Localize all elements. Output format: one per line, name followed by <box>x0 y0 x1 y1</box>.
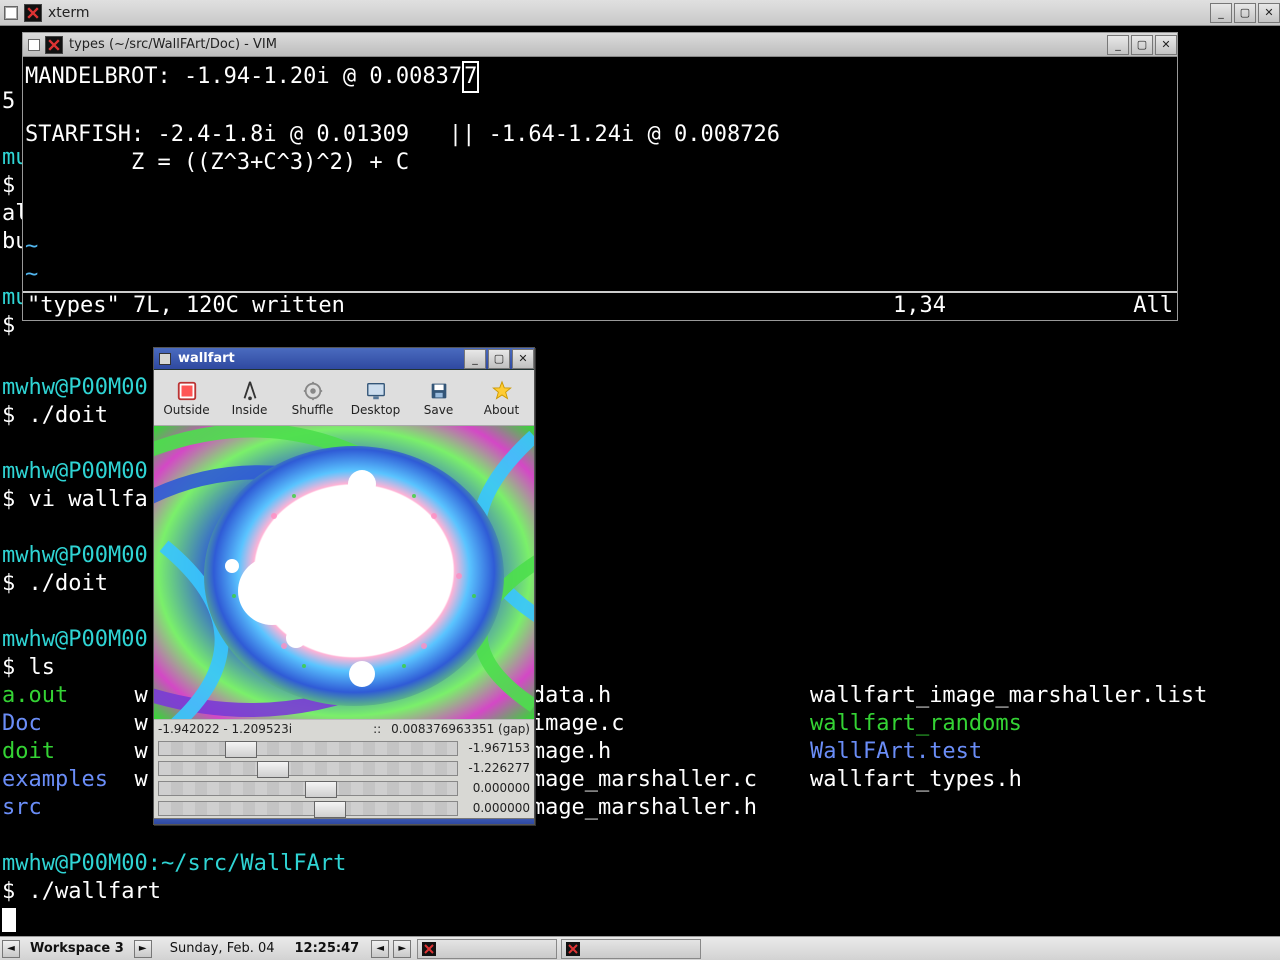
slider-thumb[interactable] <box>257 761 289 778</box>
slider-value: -1.226277 <box>464 761 530 775</box>
close-button[interactable]: ✕ <box>1258 3 1280 23</box>
wallfart-toolbar: Outside Inside Shuffle Desktop Save Abou… <box>154 370 534 426</box>
system-menu-icon[interactable] <box>159 353 171 365</box>
taskbar-time: 12:25:47 <box>285 941 370 956</box>
vim-status-pos: 1,34 <box>893 293 1093 318</box>
xterm-window-titlebar: xterm _ ▢ ✕ <box>0 0 1280 26</box>
slider-track[interactable] <box>158 741 458 756</box>
vim-window: types (~/src/WallFArt/Doc) - VIM _ ▢ ✕ M… <box>22 32 1178 321</box>
slider-value: 0.000000 <box>464 781 530 795</box>
vim-title: types (~/src/WallFArt/Doc) - VIM <box>69 37 1105 52</box>
wallfart-title: wallfart <box>176 351 462 366</box>
slider-row-0: -1.967153 <box>154 738 534 758</box>
slider-value: -1.967153 <box>464 741 530 755</box>
slider-thumb[interactable] <box>305 781 337 798</box>
term-fragment: 5 <box>2 88 15 116</box>
about-button[interactable]: About <box>470 372 533 423</box>
minimize-button[interactable]: _ <box>1210 3 1232 23</box>
fractal-canvas[interactable] <box>154 426 534 719</box>
coordinates-readout: -1.942022 - 1.209523i :: 0.008376963351 … <box>154 719 534 738</box>
slider-row-1: -1.226277 <box>154 758 534 778</box>
vim-status-msg: "types" 7L, 120C written <box>27 293 893 318</box>
wallfart-footer-strip <box>154 818 534 824</box>
taskbar-date: Sunday, Feb. 04 <box>160 941 285 956</box>
workspace-prev-button[interactable]: ◄ <box>2 940 20 958</box>
system-menu-icon[interactable] <box>28 39 40 51</box>
tasklist-next-button[interactable]: ► <box>393 940 411 958</box>
slider-track[interactable] <box>158 781 458 796</box>
shuffle-button[interactable]: Shuffle <box>281 372 344 423</box>
maximize-button[interactable]: ▢ <box>1234 3 1256 23</box>
slider-row-3: 0.000000 <box>154 798 534 818</box>
workspace-next-button[interactable]: ► <box>134 940 152 958</box>
vim-status-line: "types" 7L, 120C written 1,34 All <box>23 291 1177 320</box>
slider-track[interactable] <box>158 801 458 816</box>
close-button[interactable]: ✕ <box>512 349 534 369</box>
tasklist-prev-button[interactable]: ◄ <box>371 940 389 958</box>
taskbar: ◄ Workspace 3 ► Sunday, Feb. 04 12:25:47… <box>0 936 1280 960</box>
minimize-button[interactable]: _ <box>464 349 486 369</box>
vim-icon <box>566 942 580 956</box>
slider-thumb[interactable] <box>314 801 346 818</box>
term-fragment: $ <box>2 312 15 340</box>
inside-button[interactable]: Inside <box>218 372 281 423</box>
slider-track[interactable] <box>158 761 458 776</box>
taskbar-item-vim[interactable] <box>561 939 701 959</box>
maximize-button[interactable]: ▢ <box>1131 35 1153 55</box>
coord-gap: 0.008376963351 (gap) <box>391 722 530 736</box>
terminal-cursor <box>2 908 16 932</box>
maximize-button[interactable]: ▢ <box>488 349 510 369</box>
close-button[interactable]: ✕ <box>1155 35 1177 55</box>
desktop-button[interactable]: Desktop <box>344 372 407 423</box>
workspace-label[interactable]: Workspace 3 <box>22 941 132 956</box>
minimize-button[interactable]: _ <box>1107 35 1129 55</box>
outside-button[interactable]: Outside <box>155 372 218 423</box>
coord-sep: :: <box>363 722 391 736</box>
taskbar-item-xterm[interactable] <box>417 939 557 959</box>
vim-titlebar: types (~/src/WallFArt/Doc) - VIM _ ▢ ✕ <box>23 33 1177 57</box>
vim-status-all: All <box>1093 293 1173 318</box>
xterm-icon <box>422 942 436 956</box>
wallfart-titlebar[interactable]: wallfart _ ▢ ✕ <box>154 348 534 370</box>
vim-cursor: 7 <box>462 61 479 93</box>
xterm-title: xterm <box>48 5 1208 21</box>
vim-icon <box>45 36 63 54</box>
vim-editor-area[interactable]: MANDELBROT: -1.94-1.20i @ 0.008377 STARF… <box>23 57 1177 291</box>
coord-complex: -1.942022 - 1.209523i <box>158 722 363 736</box>
slider-value: 0.000000 <box>464 801 530 815</box>
slider-thumb[interactable] <box>225 741 257 758</box>
xterm-icon <box>24 4 42 22</box>
system-menu-icon[interactable] <box>4 6 18 20</box>
save-button[interactable]: Save <box>407 372 470 423</box>
slider-row-2: 0.000000 <box>154 778 534 798</box>
wallfart-window: wallfart _ ▢ ✕ Outside Inside Shuffle De… <box>153 347 535 825</box>
